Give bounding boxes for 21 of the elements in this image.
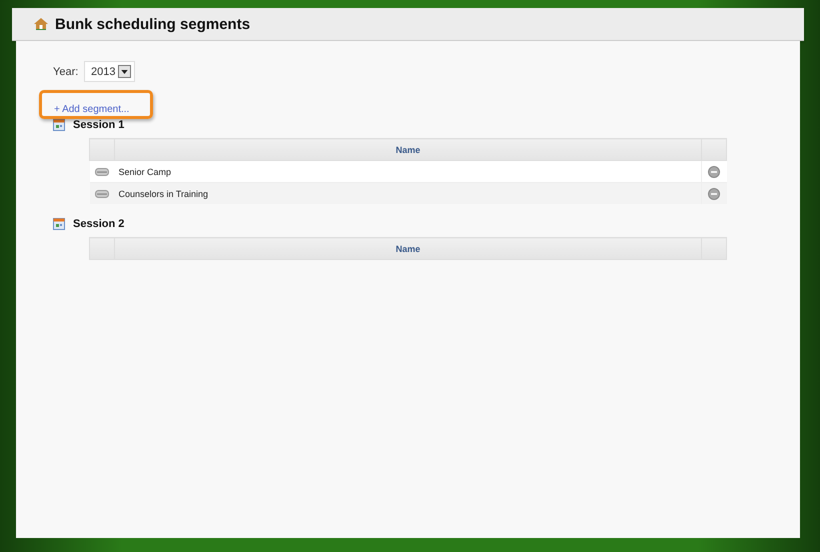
session-title: Session 2	[73, 218, 124, 230]
column-header: Name	[114, 238, 702, 260]
column-header	[702, 238, 726, 260]
session-title: Session 1	[73, 119, 124, 131]
table-cell: Senior Camp	[114, 160, 702, 182]
column-header: Name	[114, 138, 702, 160]
calendar-icon	[53, 218, 65, 230]
column-header	[90, 138, 114, 160]
drag-handle-icon[interactable]	[95, 190, 109, 198]
calendar-icon	[53, 119, 65, 131]
year-dropdown[interactable]: 2013	[84, 61, 136, 82]
add-segment-link[interactable]: + Add segment...	[54, 104, 130, 115]
column-header	[702, 138, 726, 160]
page-title: Bunk scheduling segments	[55, 16, 250, 32]
remove-icon[interactable]	[708, 166, 720, 178]
year-label: Year:	[53, 66, 80, 78]
column-header	[90, 238, 114, 260]
table-cell: Counselors in Training	[114, 182, 702, 204]
home-icon	[34, 18, 48, 30]
drag-handle-icon[interactable]	[95, 168, 109, 176]
remove-icon[interactable]	[708, 188, 720, 200]
